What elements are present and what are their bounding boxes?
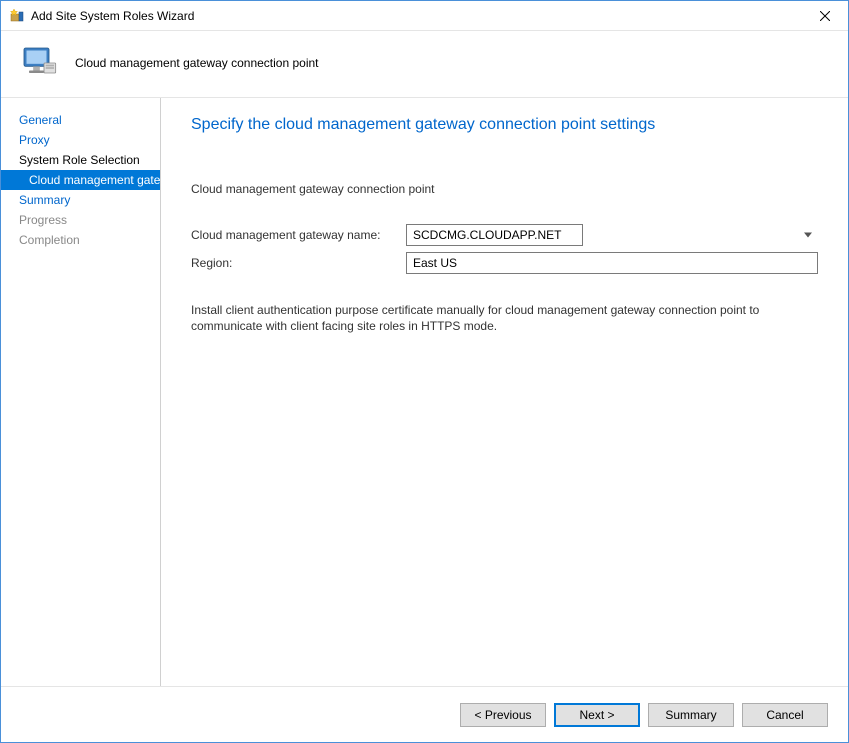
cancel-button[interactable]: Cancel bbox=[742, 703, 828, 727]
sidebar-item-proxy[interactable]: Proxy bbox=[1, 130, 160, 150]
computer-monitor-icon bbox=[19, 43, 59, 83]
region-label: Region: bbox=[191, 256, 406, 270]
section-label: Cloud management gateway connection poin… bbox=[191, 182, 818, 196]
titlebar: Add Site System Roles Wizard bbox=[1, 1, 848, 31]
wizard-header: Cloud management gateway connection poin… bbox=[1, 31, 848, 98]
sidebar-item-summary[interactable]: Summary bbox=[1, 190, 160, 210]
gateway-name-select[interactable]: SCDCMG.CLOUDAPP.NET bbox=[406, 224, 583, 246]
row-region: Region: bbox=[191, 252, 818, 274]
sidebar-item-completion: Completion bbox=[1, 230, 160, 250]
main-panel: Specify the cloud management gateway con… bbox=[161, 98, 848, 686]
content-area: General Proxy System Role Selection Clou… bbox=[1, 98, 848, 686]
close-button[interactable] bbox=[802, 1, 848, 31]
next-button[interactable]: Next > bbox=[554, 703, 640, 727]
sidebar-item-progress: Progress bbox=[1, 210, 160, 230]
gateway-name-label: Cloud management gateway name: bbox=[191, 228, 406, 242]
sidebar-item-cloud-management-gateway[interactable]: Cloud management gate bbox=[1, 170, 160, 190]
wizard-app-icon bbox=[9, 8, 25, 24]
wizard-footer: < Previous Next > Summary Cancel bbox=[1, 686, 848, 742]
install-note: Install client authentication purpose ce… bbox=[191, 302, 818, 334]
window-title: Add Site System Roles Wizard bbox=[31, 9, 802, 23]
row-gateway-name: Cloud management gateway name: SCDCMG.CL… bbox=[191, 224, 818, 246]
sidebar-item-system-role-selection: System Role Selection bbox=[1, 150, 160, 170]
wizard-steps-sidebar: General Proxy System Role Selection Clou… bbox=[1, 98, 161, 686]
gateway-name-select-wrap[interactable]: SCDCMG.CLOUDAPP.NET bbox=[406, 224, 818, 246]
sidebar-item-general[interactable]: General bbox=[1, 110, 160, 130]
summary-button[interactable]: Summary bbox=[648, 703, 734, 727]
region-input bbox=[406, 252, 818, 274]
page-heading: Specify the cloud management gateway con… bbox=[191, 116, 818, 134]
previous-button[interactable]: < Previous bbox=[460, 703, 546, 727]
header-subtitle: Cloud management gateway connection poin… bbox=[75, 56, 319, 70]
